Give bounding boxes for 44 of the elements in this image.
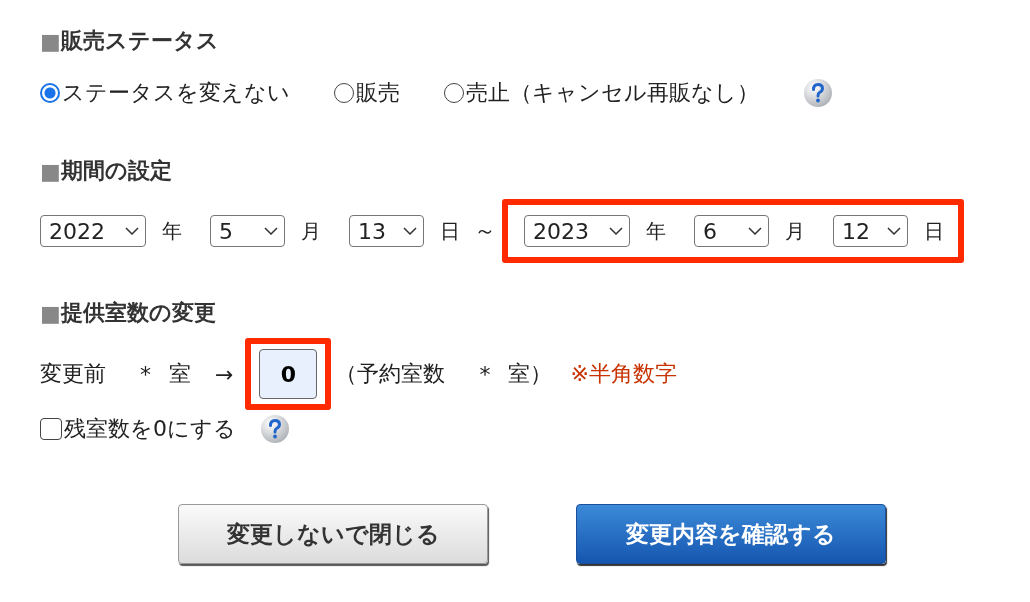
caret-icon: [403, 227, 417, 235]
radio-label[interactable]: 販売: [356, 78, 400, 108]
dropdown[interactable]: 2022: [40, 215, 146, 247]
reserved-label: （予約室数: [335, 360, 446, 388]
section-heading: 販売ステータス: [60, 27, 219, 55]
help-icon[interactable]: [803, 78, 833, 108]
radio-label[interactable]: 売止（キャンセル再販なし）: [466, 78, 759, 108]
range-separator: ～: [474, 217, 496, 245]
dropdown[interactable]: 2023: [524, 215, 630, 247]
arrow-text: →: [215, 361, 234, 387]
date-unit: 月: [301, 217, 321, 245]
room-count: *: [140, 361, 151, 387]
unit-label: 室）: [508, 360, 553, 388]
square-marker: ■: [40, 28, 61, 54]
date-unit: 日: [924, 217, 944, 245]
field-label: 変更前: [40, 360, 106, 388]
caret-icon: [887, 227, 901, 235]
section-heading: 期間の設定: [60, 157, 172, 185]
confirm-button[interactable]: 変更内容を確認する: [576, 504, 886, 564]
date-unit: 年: [646, 217, 666, 245]
room-input-field[interactable]: 0: [259, 349, 318, 399]
radio-button[interactable]: [40, 83, 60, 103]
dropdown[interactable]: 5: [210, 215, 285, 247]
help-icon[interactable]: [260, 414, 290, 444]
room-count: *: [479, 361, 491, 387]
checkbox-label[interactable]: 残室数を0にする: [64, 414, 236, 444]
unit-label: 室: [169, 360, 191, 388]
checkbox[interactable]: [40, 418, 62, 440]
dropdown[interactable]: 6: [694, 215, 769, 247]
caret-icon: [609, 227, 623, 235]
dropdown[interactable]: 13: [349, 215, 424, 247]
caret-icon: [748, 227, 762, 235]
caret-icon: [264, 227, 278, 235]
date-unit: 年: [162, 217, 182, 245]
date-unit: 日: [440, 217, 460, 245]
square-marker: ■: [40, 158, 61, 184]
close-button[interactable]: 変更しないで閉じる: [178, 504, 488, 564]
caret-icon: [125, 227, 139, 235]
section-heading: 提供室数の変更: [60, 299, 216, 327]
input-note: ※半角数字: [570, 360, 677, 388]
date-unit: 月: [785, 217, 805, 245]
radio-label[interactable]: ステータスを変えない: [62, 78, 290, 108]
dropdown[interactable]: 12: [833, 215, 908, 247]
square-marker: ■: [40, 300, 61, 326]
